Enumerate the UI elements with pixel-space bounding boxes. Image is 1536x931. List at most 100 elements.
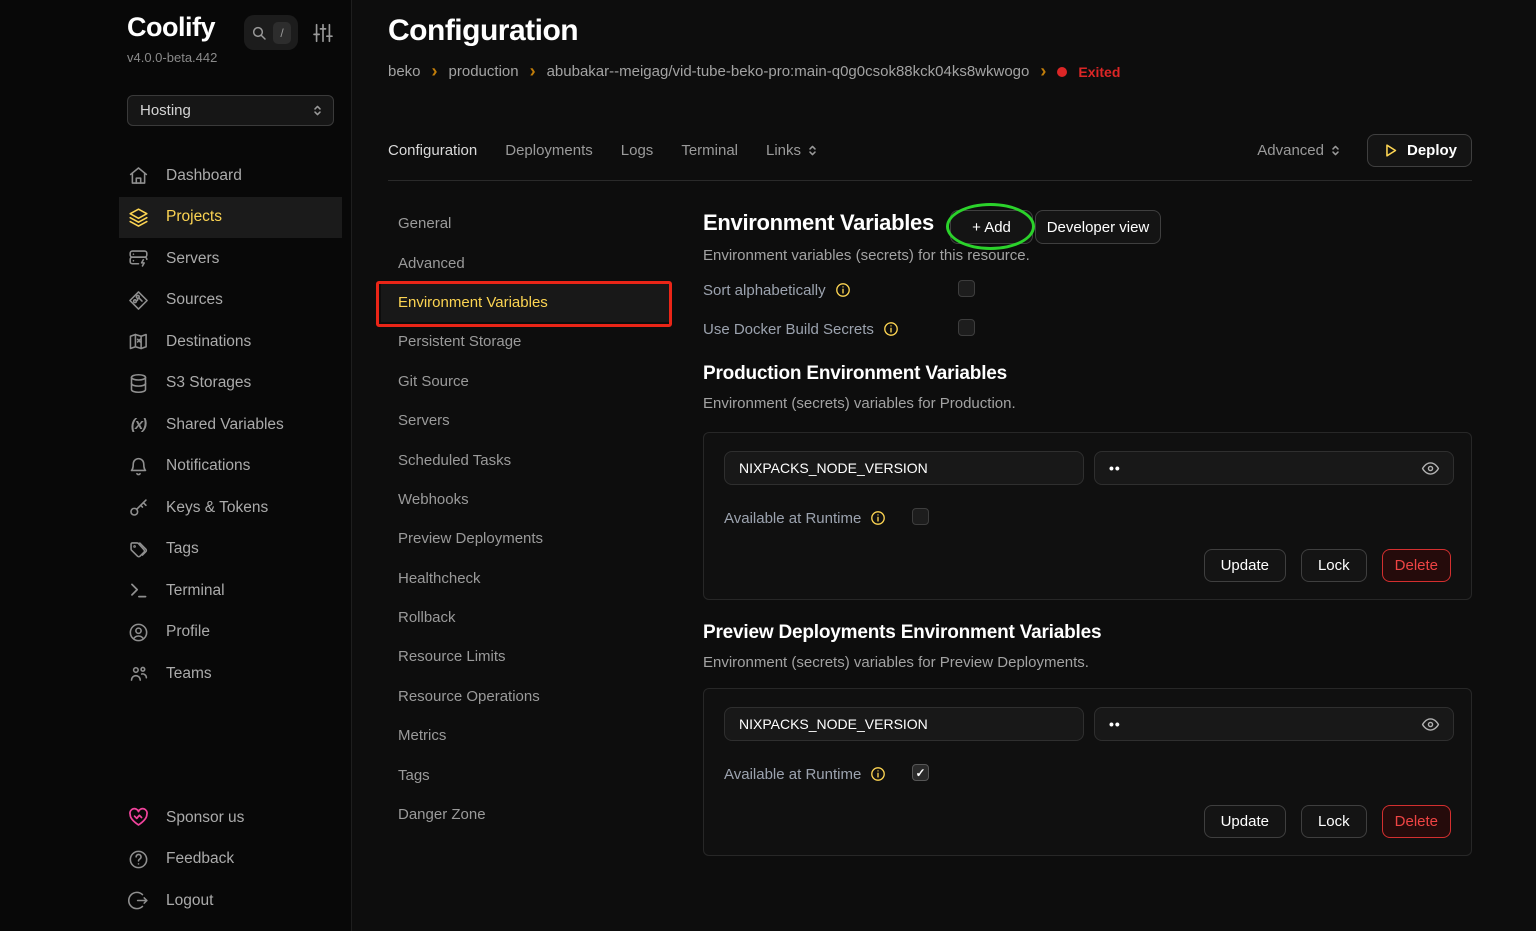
settings-subnav: General Advanced Environment Variables P…: [381, 204, 672, 834]
sidebar-item-sponsor-us[interactable]: Sponsor us: [119, 797, 342, 839]
subnav-danger-zone[interactable]: Danger Zone: [381, 795, 672, 834]
sidebar: Coolify v4.0.0-beta.442 / Hosting Dashbo…: [0, 0, 352, 931]
sidebar-item-teams[interactable]: Teams: [119, 653, 342, 695]
subnav-metrics[interactable]: Metrics: [381, 716, 672, 755]
sidebar-item-label: Dashboard: [166, 167, 242, 185]
sidebar-item-terminal[interactable]: Terminal: [119, 570, 342, 612]
tag-icon: [128, 539, 149, 560]
env-value-input[interactable]: [1094, 451, 1454, 485]
sidebar-item-dashboard[interactable]: Dashboard: [119, 155, 342, 197]
subnav-tags[interactable]: Tags: [381, 755, 672, 794]
tab-configuration[interactable]: Configuration: [388, 142, 477, 159]
subnav-resource-limits[interactable]: Resource Limits: [381, 637, 672, 676]
sidebar-item-tags[interactable]: Tags: [119, 529, 342, 571]
docker-build-secrets-row: Use Docker Build Secrets: [703, 320, 899, 338]
delete-button[interactable]: Delete: [1382, 805, 1451, 838]
breadcrumb-project[interactable]: beko: [388, 63, 421, 80]
deploy-button[interactable]: Deploy: [1367, 134, 1472, 167]
coolify-app: Coolify v4.0.0-beta.442 / Hosting Dashbo…: [0, 0, 1536, 931]
settings-sliders-icon[interactable]: [312, 22, 334, 44]
lock-button[interactable]: Lock: [1301, 549, 1367, 582]
info-icon[interactable]: [835, 282, 851, 298]
developer-view-button[interactable]: Developer view: [1035, 210, 1161, 244]
deploy-label: Deploy: [1407, 142, 1457, 159]
tab-label: Links: [766, 142, 801, 159]
version-label: v4.0.0-beta.442: [127, 50, 217, 65]
sidebar-item-sources[interactable]: Sources: [119, 280, 342, 322]
update-button[interactable]: Update: [1204, 549, 1286, 582]
info-icon[interactable]: [870, 510, 886, 526]
tab-terminal[interactable]: Terminal: [681, 142, 738, 159]
subnav-webhooks[interactable]: Webhooks: [381, 480, 672, 519]
sidebar-item-label: Notifications: [166, 457, 250, 475]
sidebar-item-destinations[interactable]: Destinations: [119, 321, 342, 363]
update-button[interactable]: Update: [1204, 805, 1286, 838]
sidebar-item-profile[interactable]: Profile: [119, 612, 342, 654]
subnav-preview-deployments[interactable]: Preview Deployments: [381, 519, 672, 558]
available-at-runtime-checkbox[interactable]: [912, 508, 929, 525]
info-icon[interactable]: [870, 766, 886, 782]
env-name-input[interactable]: [724, 707, 1084, 741]
help-icon: [128, 849, 149, 870]
variable-icon: (x): [128, 414, 149, 435]
tab-links[interactable]: Links: [766, 142, 820, 159]
sidebar-item-logout[interactable]: Logout: [119, 880, 342, 922]
preview-variable-card: Available at Runtime ✓ Update Lock Delet…: [703, 688, 1472, 856]
sort-alphabetically-row: Sort alphabetically: [703, 281, 851, 299]
tab-deployments[interactable]: Deployments: [505, 142, 593, 159]
sidebar-item-s3-storages[interactable]: S3 Storages: [119, 363, 342, 405]
subnav-servers[interactable]: Servers: [381, 401, 672, 440]
chevrons-up-down-icon: [310, 103, 325, 118]
advanced-dropdown[interactable]: Advanced: [1257, 142, 1343, 159]
reveal-secret-icon[interactable]: [1421, 459, 1440, 478]
tab-logs[interactable]: Logs: [621, 142, 654, 159]
search-shortcut-key: /: [273, 22, 291, 44]
tab-label: Logs: [621, 142, 654, 159]
toggle-label: Sort alphabetically: [703, 282, 826, 299]
heart-icon: [128, 807, 149, 828]
home-icon: [128, 165, 149, 186]
subnav-git-source[interactable]: Git Source: [381, 362, 672, 401]
breadcrumb-environment[interactable]: production: [449, 63, 519, 80]
docker-build-secrets-checkbox[interactable]: [958, 319, 975, 336]
breadcrumb-resource[interactable]: abubakar--meigag/vid-tube-beko-pro:main-…: [547, 63, 1030, 80]
tab-label: Terminal: [681, 142, 738, 159]
sort-alphabetically-checkbox[interactable]: [958, 280, 975, 297]
sidebar-item-servers[interactable]: Servers: [119, 238, 342, 280]
env-name-input[interactable]: [724, 451, 1084, 485]
panel-subtitle: Environment variables (secrets) for this…: [703, 247, 1030, 264]
info-icon[interactable]: [883, 321, 899, 337]
subnav-persistent-storage[interactable]: Persistent Storage: [381, 322, 672, 361]
subnav-scheduled-tasks[interactable]: Scheduled Tasks: [381, 440, 672, 479]
sidebar-item-keys-tokens[interactable]: Keys & Tokens: [119, 487, 342, 529]
delete-button[interactable]: Delete: [1382, 549, 1451, 582]
subnav-advanced[interactable]: Advanced: [381, 243, 672, 282]
database-icon: [128, 373, 149, 394]
layers-icon: [128, 207, 149, 228]
subnav-general[interactable]: General: [381, 204, 672, 243]
sidebar-item-label: Sponsor us: [166, 809, 244, 827]
subnav-environment-variables[interactable]: Environment Variables: [381, 283, 672, 322]
sidebar-item-projects[interactable]: Projects: [119, 197, 342, 239]
subnav-healthcheck[interactable]: Healthcheck: [381, 559, 672, 598]
lock-button[interactable]: Lock: [1301, 805, 1367, 838]
reveal-secret-icon[interactable]: [1421, 715, 1440, 734]
preview-section-heading: Preview Deployments Environment Variable…: [703, 622, 1101, 644]
sidebar-item-shared-variables[interactable]: (x) Shared Variables: [119, 404, 342, 446]
production-variable-card: Available at Runtime Update Lock Delete: [703, 432, 1472, 600]
env-value-input[interactable]: [1094, 707, 1454, 741]
search-button[interactable]: /: [244, 15, 298, 50]
subnav-rollback[interactable]: Rollback: [381, 598, 672, 637]
runtime-label: Available at Runtime: [724, 766, 861, 783]
tab-divider: [388, 180, 1472, 181]
subnav-resource-operations[interactable]: Resource Operations: [381, 677, 672, 716]
sidebar-item-label: Teams: [166, 665, 212, 683]
available-at-runtime-checkbox[interactable]: ✓: [912, 764, 929, 781]
sidebar-item-notifications[interactable]: Notifications: [119, 446, 342, 488]
team-select[interactable]: Hosting: [127, 95, 334, 126]
sidebar-item-feedback[interactable]: Feedback: [119, 839, 342, 881]
production-section-subtitle: Environment (secrets) variables for Prod…: [703, 395, 1016, 412]
toggle-label: Use Docker Build Secrets: [703, 321, 874, 338]
add-variable-button[interactable]: + Add: [950, 210, 1033, 244]
sidebar-footer-nav: Sponsor us Feedback Logout: [119, 797, 342, 922]
